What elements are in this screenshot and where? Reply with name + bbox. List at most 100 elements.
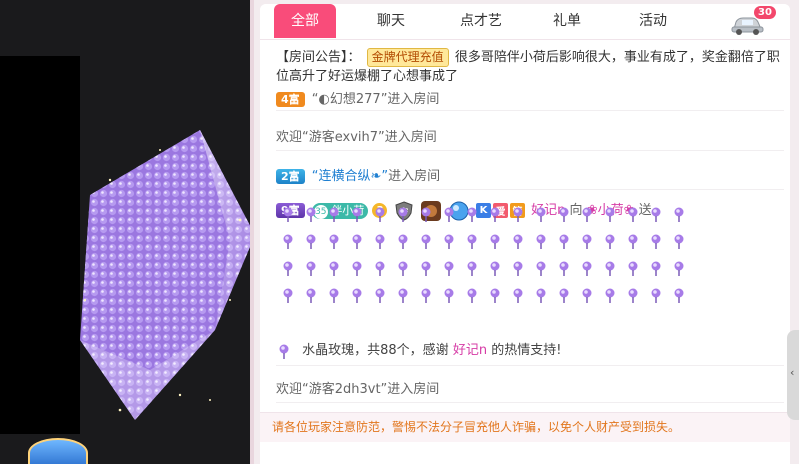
user-name[interactable]: “连横合纵❧” xyxy=(312,169,388,184)
crystal-rose-icon xyxy=(329,207,339,222)
gift-summary: 水晶玫瑰，共88个，感谢 好记n 的热情支持! xyxy=(276,339,784,359)
crystal-rose-icon xyxy=(421,261,431,276)
chat-tabs: 全部 聊天 点才艺 礼单 活动 30 xyxy=(260,4,790,40)
crystal-rose-icon xyxy=(628,234,638,249)
crystal-rose-icon xyxy=(375,261,385,276)
crystal-rose-icon xyxy=(279,344,289,359)
crystal-rose-icon xyxy=(352,288,362,303)
crystal-rose-icon xyxy=(421,288,431,303)
crystal-rose-icon xyxy=(490,234,500,249)
chat-message: 4富 “◐幻想277”进入房间 xyxy=(276,88,784,107)
crystal-rose-icon xyxy=(398,234,408,249)
gift-flower-grid xyxy=(276,202,784,310)
crystal-rose-icon xyxy=(674,234,684,249)
video-stage xyxy=(0,0,250,464)
chat-message: 欢迎“游客2dh3vt”进入房间 xyxy=(276,382,440,397)
crystal-rose-icon xyxy=(398,207,408,222)
crystal-rose-icon xyxy=(513,207,523,222)
crystal-rose-icon xyxy=(674,207,684,222)
crystal-rose-icon xyxy=(490,288,500,303)
chat-list: 4富 “◐幻想277”进入房间 欢迎“游客exvih7”进入房间 2富 “连横合… xyxy=(276,88,784,410)
crystal-rose-icon xyxy=(605,234,615,249)
tab-gift-list[interactable]: 礼单 xyxy=(536,4,598,38)
tab-chat[interactable]: 聊天 xyxy=(360,4,422,38)
car-count-badge: 30 xyxy=(754,6,776,19)
gift-summary-text: 水晶玫瑰，共88个，感谢 xyxy=(302,343,449,358)
crystal-rose-icon xyxy=(651,261,661,276)
chevron-left-icon: ‹ xyxy=(790,366,795,379)
message-text: “◐幻想277”进入房间 xyxy=(311,92,440,107)
crystal-rose-icon xyxy=(398,261,408,276)
crystal-rose-icon xyxy=(605,261,615,276)
crystal-rose-icon xyxy=(513,234,523,249)
crystal-rose-icon xyxy=(674,261,684,276)
divider xyxy=(276,110,784,111)
crystal-rose-icon xyxy=(329,261,339,276)
crystal-rose-icon xyxy=(559,207,569,222)
tab-talent[interactable]: 点才艺 xyxy=(448,4,514,38)
crystal-rose-gift-animation xyxy=(80,130,250,420)
crystal-rose-icon xyxy=(559,261,569,276)
crystal-rose-icon xyxy=(628,261,638,276)
message-text: 进入房间 xyxy=(388,169,441,184)
fraud-warning: 请各位玩家注意防范，警惕不法分子冒充他人诈骗，以免个人财产受到损失。 xyxy=(260,412,790,442)
crystal-rose-icon xyxy=(651,234,661,249)
crystal-rose-icon xyxy=(283,288,293,303)
crystal-rose-icon xyxy=(536,207,546,222)
crystal-rose-icon xyxy=(306,261,316,276)
crystal-rose-icon xyxy=(467,234,477,249)
crystal-rose-icon xyxy=(329,288,339,303)
crystal-rose-icon xyxy=(283,261,293,276)
crystal-rose-icon xyxy=(582,234,592,249)
crystal-rose-icon xyxy=(628,207,638,222)
crystal-rose-icon xyxy=(444,234,454,249)
agent-recharge-button[interactable]: 金牌代理充值 xyxy=(366,48,449,67)
room-announcement: 【房间公告】： 金牌代理充值 很多哥陪伴小荷后影响很大，事业有成了，奖金翻倍了职… xyxy=(276,48,784,86)
crystal-rose-icon xyxy=(559,288,569,303)
chat-message: 2富 “连横合纵❧”进入房间 xyxy=(276,165,784,184)
crystal-rose-icon xyxy=(674,288,684,303)
crystal-rose-icon xyxy=(375,234,385,249)
crystal-rose-icon xyxy=(582,288,592,303)
crystal-rose-icon xyxy=(329,234,339,249)
crystal-rose-icon xyxy=(513,288,523,303)
gift-summary-suffix: 的热情支持! xyxy=(491,343,562,358)
crystal-rose-icon xyxy=(467,207,477,222)
crystal-rose-icon xyxy=(536,234,546,249)
anchor-avatar[interactable] xyxy=(28,438,88,464)
crystal-rose-icon xyxy=(467,288,477,303)
crystal-rose-icon xyxy=(306,234,316,249)
crystal-rose-icon xyxy=(582,207,592,222)
crystal-rose-icon xyxy=(444,288,454,303)
crystal-rose-icon xyxy=(283,234,293,249)
crystal-rose-icon xyxy=(283,207,293,222)
crystal-rose-icon xyxy=(559,234,569,249)
crystal-rose-icon xyxy=(651,207,661,222)
crystal-rose-icon xyxy=(605,288,615,303)
tab-all[interactable]: 全部 xyxy=(274,4,336,38)
wealth-badge: 4富 xyxy=(276,92,305,107)
divider xyxy=(276,189,784,190)
side-collapse-handle[interactable]: ‹ xyxy=(787,330,799,420)
crystal-rose-icon xyxy=(306,288,316,303)
crystal-rose-icon xyxy=(352,261,362,276)
divider xyxy=(276,402,784,403)
crystal-rose-icon xyxy=(467,261,477,276)
thanked-user[interactable]: 好记n xyxy=(453,343,487,358)
crystal-rose-icon xyxy=(536,261,546,276)
crystal-rose-icon xyxy=(444,207,454,222)
chat-message: 欢迎“游客exvih7”进入房间 xyxy=(276,130,437,145)
crystal-rose-icon xyxy=(421,234,431,249)
crystal-rose-icon xyxy=(375,288,385,303)
announcement-title: 【房间公告】： xyxy=(276,50,361,65)
chat-panel-inner: 全部 聊天 点才艺 礼单 活动 30 【房间公告】： 金牌代理充值 很多哥陪伴小… xyxy=(260,4,790,464)
wealth-badge: 2富 xyxy=(276,169,305,184)
crystal-rose-icon xyxy=(582,261,592,276)
tab-activity[interactable]: 活动 xyxy=(622,4,684,38)
crystal-rose-icon xyxy=(398,288,408,303)
divider xyxy=(276,365,784,366)
crystal-rose-icon xyxy=(490,207,500,222)
crystal-rose-icon xyxy=(352,207,362,222)
crystal-rose-icon xyxy=(444,261,454,276)
crystal-rose-icon xyxy=(536,288,546,303)
